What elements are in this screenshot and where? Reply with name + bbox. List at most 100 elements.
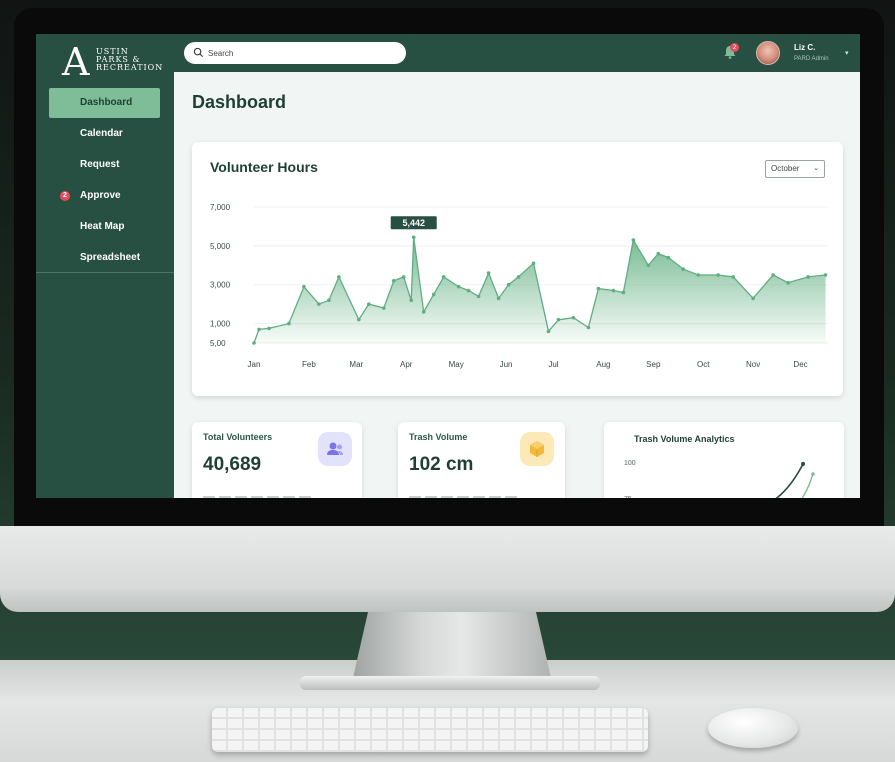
analytics-mini-chart [775, 461, 815, 498]
data-point[interactable] [571, 315, 576, 320]
data-point[interactable] [496, 296, 501, 301]
data-point[interactable] [716, 273, 720, 277]
data-point[interactable] [806, 275, 810, 279]
data-point[interactable] [257, 327, 261, 332]
data-point[interactable] [411, 235, 416, 240]
x-tick-label: Jan [248, 360, 261, 369]
logo-text: USTIN PARKS & RECREATION [96, 48, 163, 72]
approve-badge: 2 [60, 191, 70, 201]
sidebar-item-label: Calendar [80, 128, 123, 139]
sidebar-nav: Dashboard Calendar Request 2 Approve Hea… [36, 88, 174, 274]
y-tick-label: 5,000 [210, 242, 231, 251]
data-point[interactable] [441, 275, 446, 279]
logo[interactable]: A USTIN PARKS & RECREATION [62, 40, 162, 84]
notification-bell[interactable]: 2 [722, 43, 740, 62]
data-point[interactable] [546, 329, 551, 334]
x-tick-label: Aug [596, 360, 610, 369]
topbar: 2 Liz C. PARD Admin ▾ [174, 34, 860, 72]
stat-footnote [409, 496, 519, 498]
data-point[interactable] [646, 263, 651, 268]
data-point[interactable] [381, 306, 386, 310]
data-point[interactable] [823, 273, 828, 277]
data-point[interactable] [556, 317, 561, 322]
data-point[interactable] [327, 298, 331, 303]
trash-analytics-card[interactable]: Trash Volume Analytics 100 75 [604, 422, 844, 498]
data-point[interactable] [456, 284, 461, 289]
sidebar-item-label: Heat Map [80, 221, 125, 232]
volunteer-hours-card: Volunteer Hours October ⌄ 7,000 5,000 3,00… [192, 142, 843, 396]
data-point[interactable] [466, 288, 471, 293]
sidebar-item-label: Spreadsheet [80, 252, 141, 263]
monitor-stand-base [300, 676, 600, 690]
data-point[interactable] [401, 275, 406, 279]
data-point[interactable] [731, 275, 735, 279]
data-point[interactable] [486, 271, 491, 275]
user-name[interactable]: Liz C. [794, 43, 815, 52]
data-point[interactable] [357, 317, 361, 322]
data-point[interactable] [631, 238, 636, 242]
sidebar-item-dashboard[interactable]: Dashboard [49, 88, 160, 118]
data-point[interactable] [696, 273, 701, 277]
sidebar-item-calendar[interactable]: Calendar [36, 119, 174, 149]
chevron-down-icon[interactable]: ▾ [845, 49, 849, 57]
data-point[interactable] [431, 292, 436, 297]
data-point[interactable] [666, 255, 671, 260]
sidebar: A USTIN PARKS & RECREATION Dashboard Cal… [36, 34, 174, 498]
data-point[interactable] [786, 280, 790, 285]
y-tick-label: 7,000 [210, 203, 231, 212]
data-point[interactable] [409, 298, 414, 303]
data-point[interactable] [506, 282, 511, 287]
y-tick-label: 3,000 [210, 281, 231, 290]
data-point[interactable] [656, 251, 661, 256]
sidebar-item-heat-map[interactable]: Heat Map [36, 212, 174, 242]
data-point[interactable] [531, 261, 536, 266]
data-point[interactable] [621, 290, 626, 295]
x-tick-label: May [449, 360, 464, 369]
logo-line: RECREATION [96, 63, 164, 72]
page-title: Dashboard [192, 92, 287, 112]
data-point[interactable] [252, 341, 256, 345]
data-point[interactable] [771, 273, 775, 277]
keyboard [212, 708, 648, 752]
sidebar-divider [36, 272, 174, 273]
volunteer-hours-chart: 7,000 5,000 3,000 1,000 5,00 Jan Feb Mar Apr May… [210, 203, 828, 369]
box-icon [520, 432, 554, 466]
data-point[interactable] [421, 310, 426, 314]
data-point[interactable] [586, 325, 591, 330]
x-tick-label: Jun [500, 360, 513, 369]
search-input[interactable] [208, 45, 398, 61]
sidebar-item-approve[interactable]: 2 Approve [36, 181, 174, 211]
sidebar-item-request[interactable]: Request [36, 150, 174, 180]
search-icon [193, 47, 204, 58]
data-point[interactable] [681, 267, 686, 271]
x-tick-label: Sep [646, 360, 661, 369]
stat-value: 102 cm [409, 454, 474, 475]
data-point[interactable] [267, 326, 271, 331]
avatar[interactable] [756, 41, 780, 65]
search-box[interactable] [184, 42, 406, 64]
x-tick-label: Apr [400, 360, 413, 369]
users-icon [318, 432, 352, 466]
data-point[interactable] [337, 275, 341, 279]
total-volunteers-card[interactable]: Total Volunteers 40,689 [192, 422, 362, 498]
data-point[interactable] [317, 302, 321, 306]
x-tick-label: Jul [548, 360, 558, 369]
sidebar-item-label: Approve [80, 190, 121, 201]
x-tick-label: Dec [793, 360, 807, 369]
data-point[interactable] [596, 286, 601, 291]
data-point[interactable] [476, 294, 481, 299]
stat-value: 40,689 [203, 454, 262, 475]
data-point[interactable] [516, 275, 521, 279]
monitor-chin [0, 526, 895, 612]
data-point[interactable] [611, 288, 616, 293]
user-role: PARD Admin [794, 56, 829, 62]
data-point[interactable] [287, 321, 291, 326]
mouse [708, 708, 798, 748]
sidebar-item-spreadsheet[interactable]: Spreadsheet [36, 243, 174, 273]
data-point[interactable] [302, 284, 306, 289]
data-point[interactable] [751, 296, 755, 301]
data-point[interactable] [391, 279, 396, 283]
trash-volume-card[interactable]: Trash Volume 102 cm [398, 422, 565, 498]
sidebar-item-label: Dashboard [80, 97, 133, 108]
data-point[interactable] [367, 302, 371, 306]
